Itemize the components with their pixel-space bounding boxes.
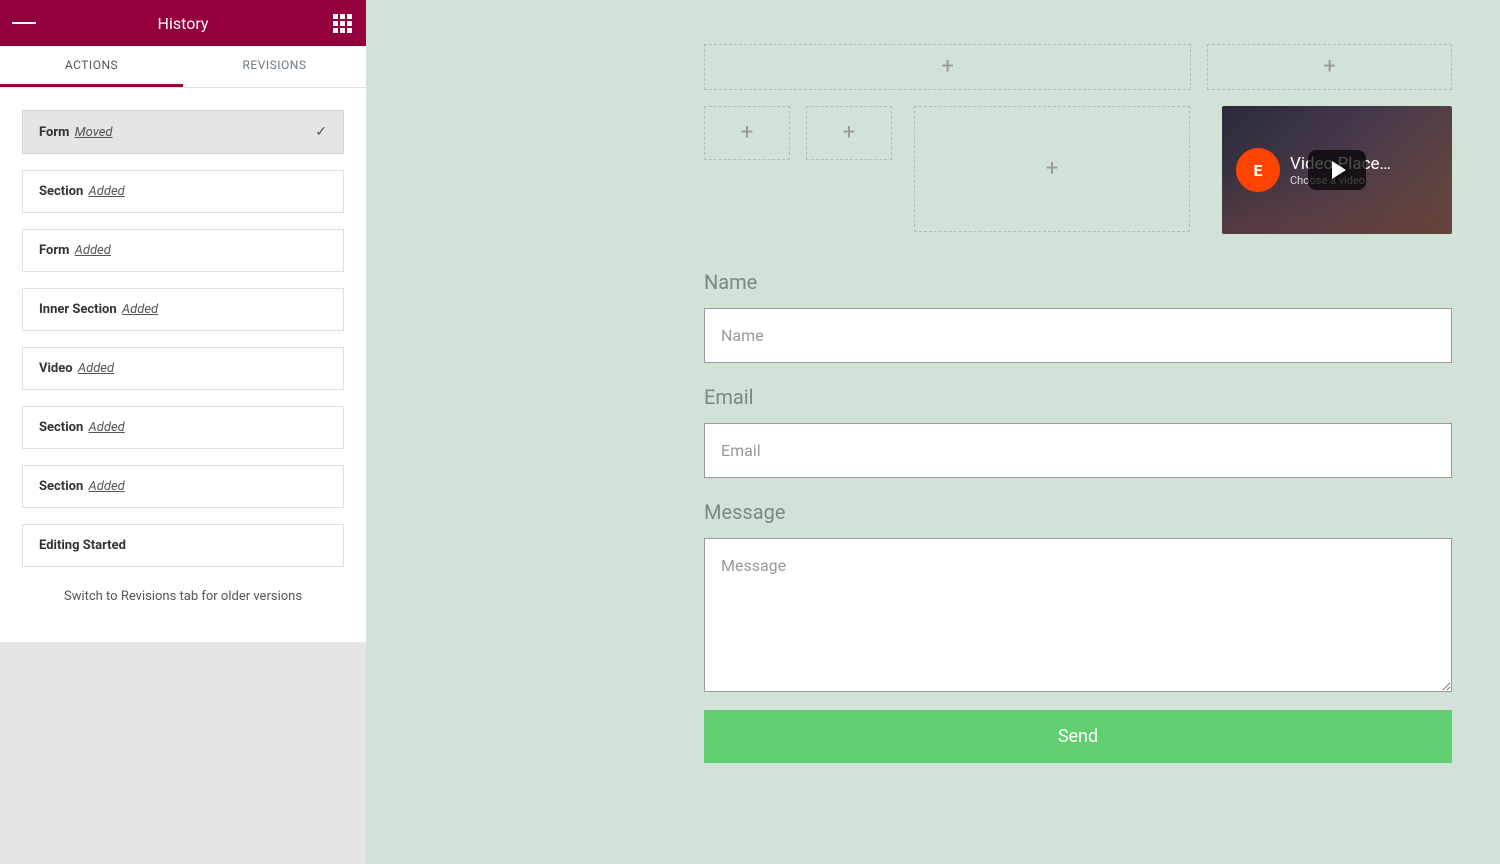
send-button[interactable]: Send <box>704 710 1452 763</box>
history-item[interactable]: Video Added <box>22 347 344 390</box>
history-item[interactable]: Section Added <box>22 170 344 213</box>
history-list: Form Moved ✓ Section Added Form Added Inner … <box>0 88 366 642</box>
contact-form: Name Email Message Send <box>704 270 1452 763</box>
history-item[interactable]: Section Added <box>22 465 344 508</box>
check-icon: ✓ <box>315 124 327 140</box>
panel-header: History <box>0 0 366 46</box>
plus-icon: + <box>941 56 953 78</box>
tab-actions[interactable]: ACTIONS <box>0 46 183 87</box>
section-row-1: + + <box>704 44 1452 90</box>
empty-column[interactable]: + <box>806 106 892 160</box>
play-button[interactable] <box>1308 150 1366 190</box>
history-item[interactable]: Inner Section Added <box>22 288 344 331</box>
revisions-note: Switch to Revisions tab for older versio… <box>22 583 344 620</box>
plus-icon: + <box>1323 56 1335 78</box>
name-label: Name <box>704 270 1452 294</box>
empty-column[interactable]: + <box>704 106 790 160</box>
menu-icon[interactable] <box>12 11 36 35</box>
plus-icon: + <box>1046 158 1058 180</box>
video-widget[interactable]: E Video Place… Choose a video <box>1222 106 1452 234</box>
email-label: Email <box>704 385 1452 409</box>
history-item-label: Section Added <box>39 479 125 494</box>
history-item-label: Video Added <box>39 361 114 376</box>
tab-revisions[interactable]: REVISIONS <box>183 46 366 87</box>
empty-column[interactable]: + <box>1207 44 1452 90</box>
history-item-label: Form Moved <box>39 125 113 140</box>
empty-column[interactable]: + <box>704 44 1191 90</box>
plus-icon: + <box>843 122 855 144</box>
history-item[interactable]: Section Added <box>22 406 344 449</box>
message-label: Message <box>704 500 1452 524</box>
play-icon <box>1332 161 1346 179</box>
name-input[interactable] <box>704 308 1452 363</box>
panel-title: History <box>36 14 330 33</box>
message-input[interactable] <box>704 538 1452 692</box>
history-item-label: Section Added <box>39 420 125 435</box>
widgets-grid-icon[interactable] <box>330 11 354 35</box>
history-item-label: Inner Section Added <box>39 302 158 317</box>
history-item[interactable]: Editing Started <box>22 524 344 567</box>
editor-canvas[interactable]: + + + + + E Video Place… Choose a video … <box>366 0 1500 864</box>
elementor-logo-icon: E <box>1236 148 1280 192</box>
history-panel: History ACTIONS REVISIONS Form Moved ✓ Sec… <box>0 0 366 864</box>
history-item[interactable]: Form Moved ✓ <box>22 110 344 154</box>
plus-icon: + <box>741 122 753 144</box>
history-item-label: Form Added <box>39 243 111 258</box>
history-item[interactable]: Form Added <box>22 229 344 272</box>
history-tabs: ACTIONS REVISIONS <box>0 46 366 88</box>
history-item-label: Editing Started <box>39 538 126 553</box>
history-item-label: Section Added <box>39 184 125 199</box>
empty-column[interactable]: + <box>914 106 1190 232</box>
email-input[interactable] <box>704 423 1452 478</box>
section-row-2: + + + E Video Place… Choose a video <box>704 106 1452 234</box>
